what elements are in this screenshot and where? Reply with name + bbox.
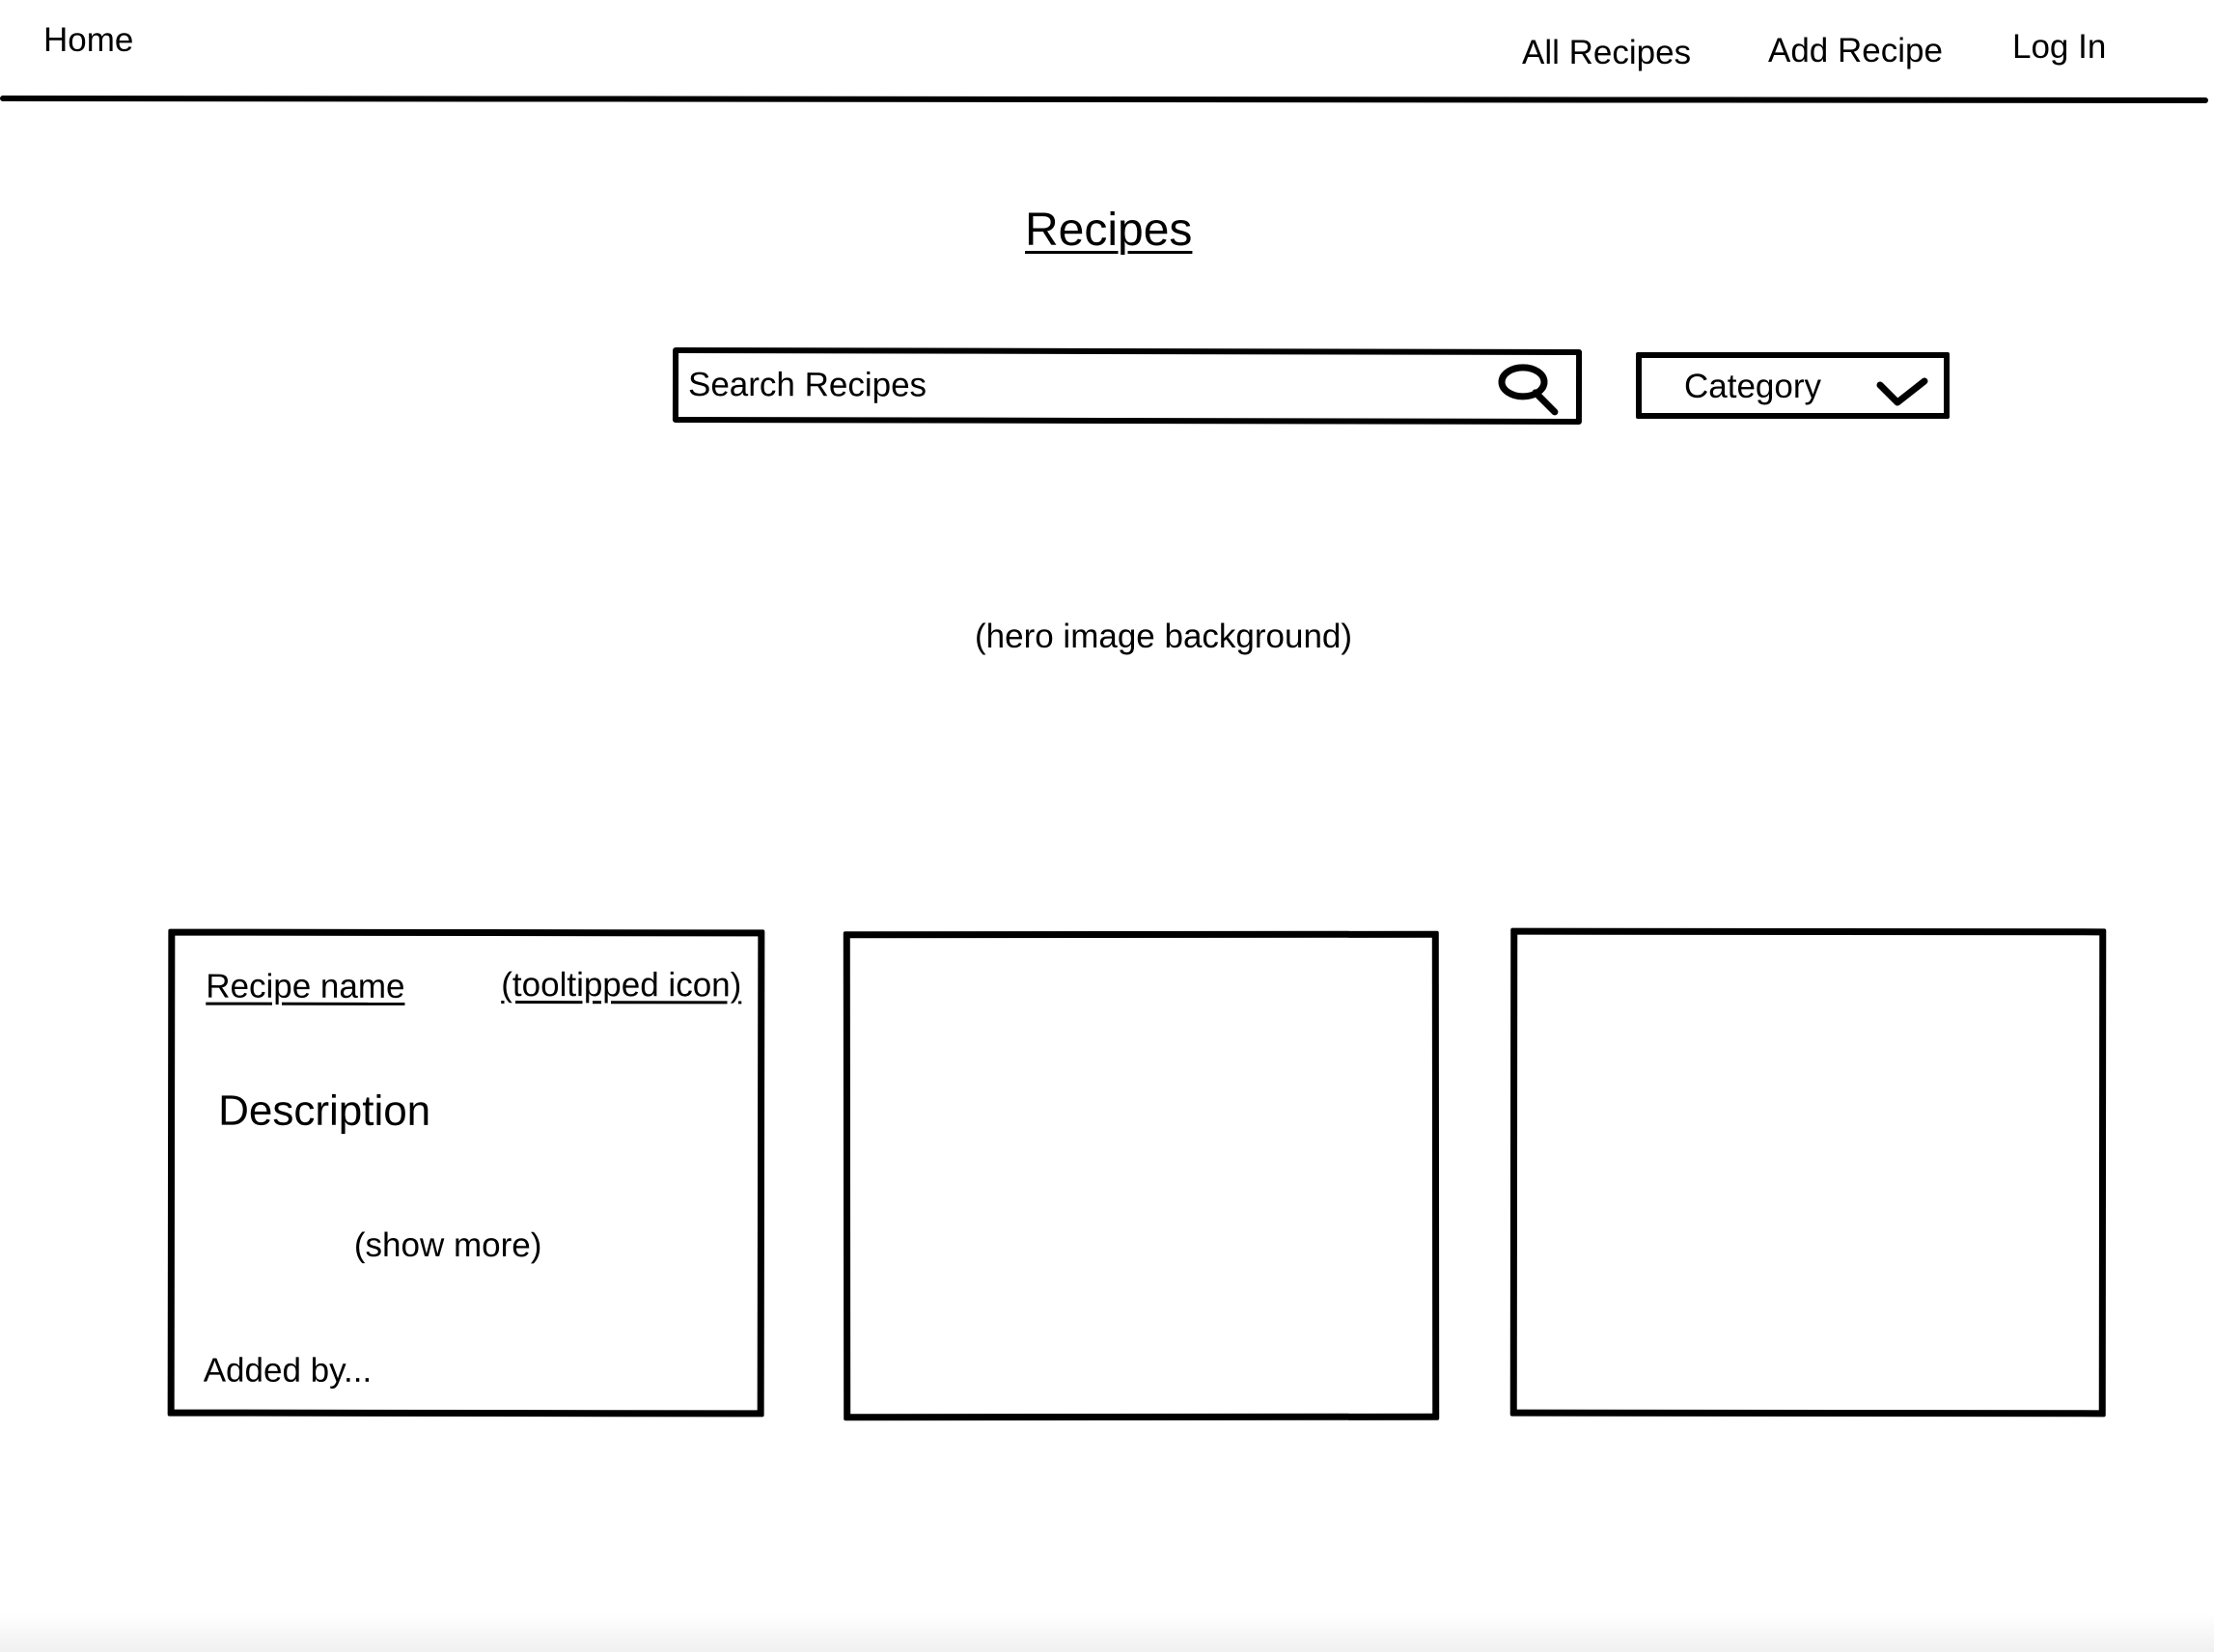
chevron-down-icon: [1876, 377, 1928, 406]
hero-image-placeholder: (hero image background): [975, 618, 1353, 655]
recipe-card[interactable]: [843, 930, 1440, 1421]
recipe-name-link[interactable]: Recipe name: [206, 968, 404, 1005]
page-bottom-shade: [0, 1613, 2214, 1652]
nav-divider: [0, 96, 2209, 103]
show-more-link[interactable]: (show more): [354, 1226, 542, 1264]
nav-log-in-link[interactable]: Log In: [2012, 30, 2106, 64]
recipe-card[interactable]: [1509, 927, 2107, 1418]
recipe-card[interactable]: Recipe name (tooltipped icon) Descriptio…: [167, 928, 765, 1418]
added-by-label: Added by...: [203, 1351, 373, 1390]
search-placeholder: Search Recipes: [687, 366, 927, 404]
category-label: Category: [1684, 368, 1822, 405]
nav-all-recipes-link[interactable]: All Recipes: [1522, 36, 1691, 69]
nav-add-recipe-link[interactable]: Add Recipe: [1768, 34, 1943, 68]
nav-home-link[interactable]: Home: [43, 23, 133, 57]
search-icon[interactable]: [1497, 361, 1559, 417]
category-select[interactable]: Category: [1636, 352, 1950, 419]
tooltip-icon[interactable]: (tooltipped icon): [501, 966, 741, 1004]
search-input[interactable]: Search Recipes: [672, 347, 1583, 425]
page-title: Recipes: [1025, 205, 1193, 256]
recipes-wireframe-page: Home All Recipes Add Recipe Log In Recip…: [0, 0, 2214, 1652]
recipe-description: Description: [218, 1087, 431, 1135]
